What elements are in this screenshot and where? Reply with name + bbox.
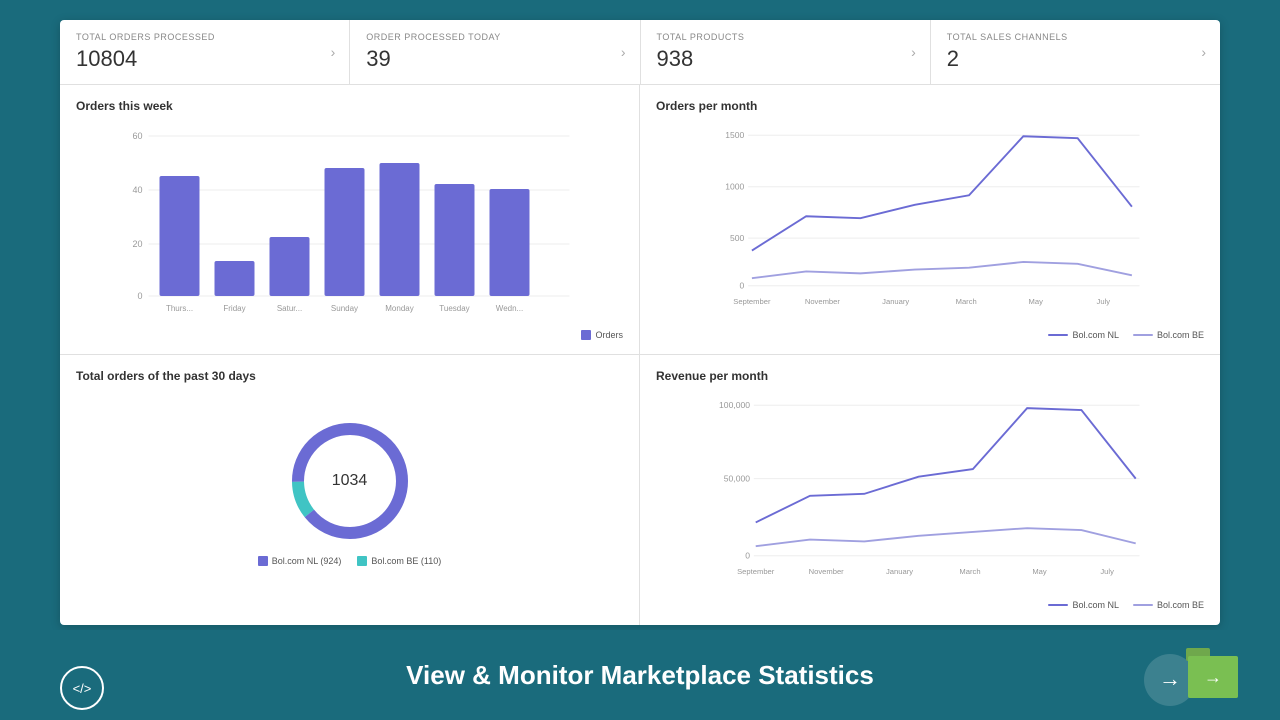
orders-month-chart: 1500 1000 500 0 <box>656 121 1204 326</box>
svg-text:September: September <box>737 567 775 576</box>
stat-card-orders-today[interactable]: ORDER PROCESSED TODAY 39 › <box>350 20 640 84</box>
orders-week-legend: Orders <box>76 330 623 340</box>
chevron-right-icon-2: › <box>621 44 626 60</box>
svg-text:0: 0 <box>745 551 750 561</box>
orders-month-legend: Bol.com NL Bol.com BE <box>656 330 1204 340</box>
svg-text:50,000: 50,000 <box>724 473 750 483</box>
svg-text:July: July <box>1100 567 1114 576</box>
legend-label-bolcomnl: Bol.com NL <box>1072 330 1119 340</box>
donut-legend: Bol.com NL (924) Bol.com BE (110) <box>258 556 442 566</box>
stat-label-orders-processed: TOTAL ORDERS PROCESSED <box>76 32 333 42</box>
legend-item-revenue-be: Bol.com BE <box>1133 600 1204 610</box>
orders-week-title: Orders this week <box>76 99 623 113</box>
legend-line-revenue-be <box>1133 604 1153 606</box>
legend-box-be <box>357 556 367 566</box>
svg-text:Tuesday: Tuesday <box>439 304 469 313</box>
revenue-month-legend: Bol.com NL Bol.com BE <box>656 600 1204 610</box>
orders-month-title: Orders per month <box>656 99 1204 113</box>
stat-label-products: TOTAL PRODUCTS <box>657 32 914 42</box>
footer-title: View & Monitor Marketplace Statistics <box>406 660 874 691</box>
legend-line-bolcomnl <box>1048 334 1068 336</box>
stat-value-orders-today: 39 <box>366 46 623 72</box>
svg-text:0: 0 <box>740 281 745 291</box>
code-icon: </> <box>60 666 104 710</box>
legend-line-bolcombe <box>1133 334 1153 336</box>
svg-text:Wedn...: Wedn... <box>496 304 523 313</box>
svg-text:September: September <box>733 297 771 306</box>
stats-row: TOTAL ORDERS PROCESSED 10804 › ORDER PRO… <box>60 20 1220 85</box>
revenue-month-chart: 100,000 50,000 0 September November <box>656 391 1204 596</box>
svg-text:Sunday: Sunday <box>331 304 358 313</box>
orders-30days-panel: Total orders of the past 30 days 1034 <box>60 355 640 625</box>
svg-text:Thurs...: Thurs... <box>166 304 193 313</box>
stat-label-sales-channels: TOTAL SALES CHANNELS <box>947 32 1204 42</box>
svg-text:May: May <box>1029 297 1044 306</box>
legend-box-orders <box>581 330 591 340</box>
legend-item-revenue-nl: Bol.com NL <box>1048 600 1119 610</box>
svg-text:November: November <box>809 567 845 576</box>
donut-container: 1034 Bol.com NL (924) Bol.com BE (110) <box>76 391 623 591</box>
orders-month-panel: Orders per month 1500 1000 500 0 <box>640 85 1220 355</box>
svg-text:January: January <box>882 297 909 306</box>
svg-text:1500: 1500 <box>725 130 744 140</box>
chevron-right-icon: › <box>331 44 336 60</box>
dashboard: TOTAL ORDERS PROCESSED 10804 › ORDER PRO… <box>60 20 1220 625</box>
folder-arrow-icon: → → <box>1120 630 1240 720</box>
stat-card-orders-processed[interactable]: TOTAL ORDERS PROCESSED 10804 › <box>60 20 350 84</box>
chevron-right-icon-3: › <box>911 44 916 60</box>
donut-total: 1034 <box>332 472 368 490</box>
svg-text:500: 500 <box>730 233 745 243</box>
legend-label-bolcombe: Bol.com BE <box>1157 330 1204 340</box>
svg-text:20: 20 <box>132 239 142 249</box>
legend-item-bolcomnl: Bol.com NL <box>1048 330 1119 340</box>
revenue-month-title: Revenue per month <box>656 369 1204 383</box>
svg-text:November: November <box>805 297 841 306</box>
svg-text:60: 60 <box>132 131 142 141</box>
svg-text:0: 0 <box>137 291 142 301</box>
svg-text:40: 40 <box>132 185 142 195</box>
svg-text:→: → <box>1204 667 1222 687</box>
legend-item-bolcombe: Bol.com BE <box>1133 330 1204 340</box>
stat-value-products: 938 <box>657 46 914 72</box>
footer-icon-left: </> <box>60 666 104 710</box>
orders-week-chart: 60 40 20 0 <box>76 121 623 326</box>
legend-label-revenue-nl: Bol.com NL <box>1072 600 1119 610</box>
stat-value-orders-processed: 10804 <box>76 46 333 72</box>
stat-label-orders-today: ORDER PROCESSED TODAY <box>366 32 623 42</box>
stat-value-sales-channels: 2 <box>947 46 1204 72</box>
revenue-month-panel: Revenue per month 100,000 50,000 0 <box>640 355 1220 625</box>
legend-line-revenue-nl <box>1048 604 1068 606</box>
footer-icon-right: → → <box>1120 630 1240 720</box>
legend-label-nl: Bol.com NL (924) <box>272 556 342 566</box>
legend-label-orders: Orders <box>595 330 623 340</box>
orders-30days-title: Total orders of the past 30 days <box>76 369 623 383</box>
legend-item-nl-donut: Bol.com NL (924) <box>258 556 342 566</box>
donut-wrapper: 1034 <box>285 416 415 546</box>
svg-text:→: → <box>1159 666 1181 691</box>
svg-text:1000: 1000 <box>725 182 744 192</box>
main-content: TOTAL ORDERS PROCESSED 10804 › ORDER PRO… <box>0 0 1280 630</box>
svg-text:July: July <box>1097 297 1111 306</box>
chevron-right-icon-4: › <box>1201 44 1206 60</box>
orders-week-panel: Orders this week 60 40 20 0 <box>60 85 640 355</box>
legend-label-be: Bol.com BE (110) <box>371 556 441 566</box>
charts-grid: Orders this week 60 40 20 0 <box>60 85 1220 625</box>
svg-text:March: March <box>959 567 980 576</box>
legend-item-orders: Orders <box>581 330 623 340</box>
svg-text:Monday: Monday <box>385 304 413 313</box>
svg-text:Satur...: Satur... <box>277 304 302 313</box>
stat-card-products[interactable]: TOTAL PRODUCTS 938 › <box>641 20 931 84</box>
svg-text:Friday: Friday <box>223 304 245 313</box>
svg-text:100,000: 100,000 <box>719 400 750 410</box>
svg-text:March: March <box>956 297 977 306</box>
legend-label-revenue-be: Bol.com BE <box>1157 600 1204 610</box>
legend-box-nl <box>258 556 268 566</box>
svg-text:May: May <box>1032 567 1047 576</box>
stat-card-sales-channels[interactable]: TOTAL SALES CHANNELS 2 › <box>931 20 1220 84</box>
footer-bar: </> View & Monitor Marketplace Statistic… <box>0 630 1280 720</box>
svg-text:January: January <box>886 567 913 576</box>
legend-item-be-donut: Bol.com BE (110) <box>357 556 441 566</box>
